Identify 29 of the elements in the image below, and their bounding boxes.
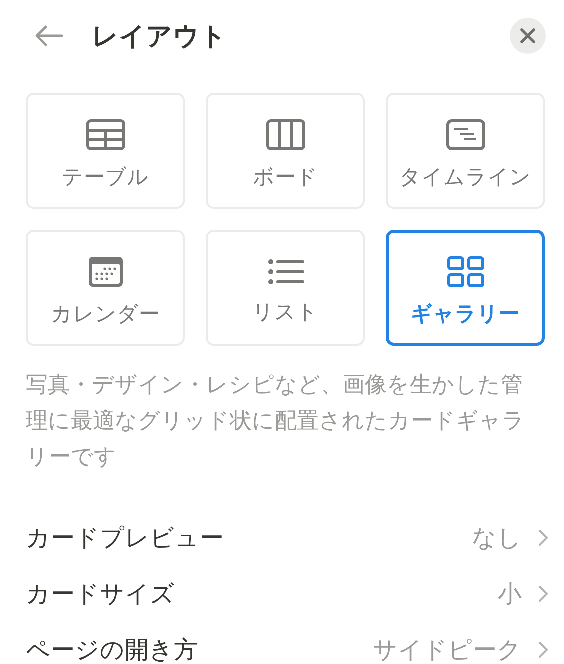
setting-value: なし bbox=[472, 523, 522, 554]
list-icon bbox=[268, 258, 304, 286]
chevron-right-icon bbox=[538, 585, 548, 603]
chevron-right-icon bbox=[538, 641, 548, 659]
setting-label: ページの開き方 bbox=[26, 635, 199, 664]
layout-option[interactable]: ギャラリー bbox=[386, 230, 545, 346]
layout-description: 写真・デザイン・レシピなど、画像を生かした管理に最適なグリッド状に配置されたカードギャラリーです bbox=[26, 372, 526, 472]
calendar-icon bbox=[88, 256, 124, 288]
back-arrow-icon[interactable] bbox=[34, 25, 64, 47]
timeline-icon bbox=[446, 119, 486, 151]
columns-icon bbox=[266, 119, 306, 151]
setting-value: 小 bbox=[498, 579, 522, 610]
setting-row[interactable]: カードサイズ 小 bbox=[26, 566, 548, 622]
chevron-right-icon bbox=[538, 529, 548, 547]
layout-option[interactable]: カレンダー bbox=[26, 230, 185, 346]
layout-option[interactable]: リスト bbox=[206, 230, 365, 346]
layout-option[interactable]: ボード bbox=[206, 93, 365, 209]
setting-label: カードサイズ bbox=[26, 579, 176, 610]
setting-label: カードプレビュー bbox=[26, 523, 225, 554]
panel-title: レイアウト bbox=[92, 20, 227, 54]
table-icon bbox=[86, 119, 126, 151]
close-button[interactable] bbox=[510, 18, 546, 54]
layout-option[interactable]: テーブル bbox=[26, 93, 185, 209]
setting-row[interactable]: ページの開き方 サイドピーク bbox=[26, 622, 548, 664]
setting-row[interactable]: カードプレビュー なし bbox=[26, 510, 548, 566]
close-icon bbox=[520, 28, 536, 44]
layout-option[interactable]: タイムライン bbox=[386, 93, 545, 209]
setting-value: サイドピーク bbox=[373, 635, 522, 664]
grid-icon bbox=[446, 256, 484, 288]
